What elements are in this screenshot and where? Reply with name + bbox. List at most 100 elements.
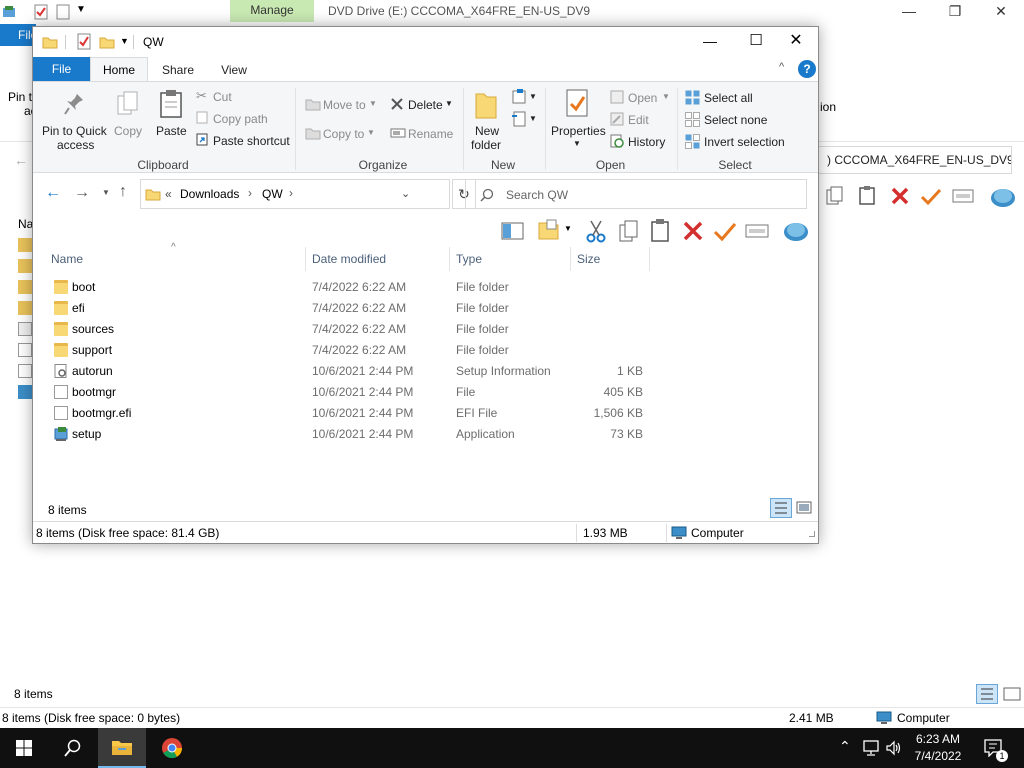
address-bar[interactable]: « Downloads › QW › ⌄	[140, 179, 450, 209]
pin-to-quick-access-button[interactable]: Pin to Quick	[42, 124, 107, 138]
manage-context-tab[interactable]: Manage	[230, 0, 314, 22]
select-all-button[interactable]: Select all	[704, 91, 753, 105]
search-input[interactable]: Search QW	[465, 179, 807, 209]
breadcrumb-chevron-icon[interactable]: ›	[248, 186, 252, 200]
preview-pane-icon[interactable]	[501, 221, 525, 241]
cut-icon[interactable]	[586, 219, 606, 243]
forward-arrow-icon[interactable]: →	[74, 184, 90, 202]
copy-to-button[interactable]: Copy to	[323, 127, 364, 141]
table-row[interactable]: sources 7/4/2022 6:22 AM File folder	[33, 319, 818, 340]
new-item-dropdown-icon[interactable]: ▼	[529, 92, 537, 101]
column-divider[interactable]	[570, 247, 571, 271]
minimize-button[interactable]: —	[687, 27, 733, 57]
shell-icon[interactable]	[990, 184, 1016, 208]
rename-icon[interactable]	[745, 223, 769, 239]
paste-icon[interactable]	[858, 185, 876, 205]
open-button[interactable]: Open	[628, 91, 657, 105]
table-row[interactable]: setup 10/6/2021 2:44 PM Application 73 K…	[33, 424, 818, 445]
copy-path-button[interactable]: Copy path	[213, 112, 268, 126]
new-folder-button[interactable]: New	[475, 124, 499, 138]
details-view-icon[interactable]	[976, 684, 998, 704]
paste-icon[interactable]	[650, 218, 670, 242]
collapse-ribbon-icon[interactable]: ^	[779, 61, 784, 73]
tab-share[interactable]: Share	[155, 59, 201, 81]
network-icon[interactable]	[862, 740, 880, 756]
taskbar-file-explorer[interactable]	[98, 728, 146, 768]
rename-button[interactable]: Rename	[408, 127, 453, 141]
maximize-button[interactable]: ❐	[932, 0, 978, 24]
windows-start-icon[interactable]	[16, 740, 32, 756]
delete-button[interactable]: Delete	[408, 98, 443, 112]
clock[interactable]: 6:23 AM 7/4/2022	[908, 731, 968, 765]
checkmark-icon[interactable]	[713, 220, 737, 242]
help-icon[interactable]: ?	[798, 60, 816, 78]
new-item-icon[interactable]	[511, 88, 529, 106]
breadcrumb-overflow[interactable]: «	[165, 187, 172, 201]
close-button[interactable]: ✕	[773, 27, 819, 57]
background-file-tab[interactable]: File	[0, 24, 37, 46]
breadcrumb-qw[interactable]: QW	[262, 187, 283, 201]
shell-icon[interactable]	[783, 218, 809, 242]
column-header-type[interactable]: Type	[456, 252, 482, 266]
column-header-date[interactable]: Date modified	[312, 252, 386, 266]
copy-to-dropdown-icon[interactable]: ▼	[367, 128, 375, 137]
column-divider[interactable]	[449, 247, 450, 271]
invert-selection-button[interactable]: Invert selection	[704, 135, 785, 149]
open-dropdown-icon[interactable]: ▼	[662, 92, 670, 101]
move-to-dropdown-icon[interactable]: ▼	[369, 99, 377, 108]
new-file-icon[interactable]	[56, 4, 70, 20]
column-divider[interactable]	[305, 247, 306, 271]
resize-grip-icon[interactable]	[809, 531, 815, 537]
table-row[interactable]: efi 7/4/2022 6:22 AM File folder	[33, 298, 818, 319]
copy-icon[interactable]	[618, 219, 640, 243]
large-icons-view-icon[interactable]	[796, 501, 812, 515]
breadcrumb-chevron-icon[interactable]: ›	[289, 186, 293, 200]
checkmark-icon[interactable]	[920, 186, 942, 206]
show-hidden-icons-icon[interactable]: ⌃	[839, 738, 851, 755]
folder-options-icon[interactable]	[538, 219, 560, 241]
column-divider[interactable]	[649, 247, 650, 271]
properties-icon[interactable]	[34, 4, 48, 20]
delete-icon[interactable]	[890, 186, 910, 206]
edit-button[interactable]: Edit	[628, 113, 649, 127]
background-address-bar[interactable]: ) CCCOMA_X64FRE_EN-US_DV9	[818, 146, 1012, 174]
table-row[interactable]: boot 7/4/2022 6:22 AM File folder	[33, 277, 818, 298]
customize-toolbar-icon[interactable]: ▼	[76, 4, 86, 15]
details-view-icon[interactable]	[770, 498, 792, 518]
back-arrow-icon[interactable]: ←	[14, 152, 28, 168]
rename-icon[interactable]	[952, 188, 974, 204]
back-arrow-icon[interactable]: ←	[45, 184, 61, 202]
delete-dropdown-icon[interactable]: ▼	[445, 99, 453, 108]
new-folder-icon[interactable]	[99, 35, 115, 49]
properties-button[interactable]: Properties	[551, 124, 606, 138]
table-row[interactable]: autorun 10/6/2021 2:44 PM Setup Informat…	[33, 361, 818, 382]
delete-icon[interactable]	[682, 220, 704, 242]
table-row[interactable]: support 7/4/2022 6:22 AM File folder	[33, 340, 818, 361]
up-arrow-icon[interactable]: ↑	[119, 183, 127, 201]
cut-button[interactable]: Cut	[213, 90, 232, 104]
minimize-button[interactable]: —	[886, 0, 932, 24]
tab-home[interactable]: Home	[90, 57, 148, 82]
close-button[interactable]: ✕	[978, 0, 1024, 24]
history-button[interactable]: History	[628, 135, 665, 149]
tab-view[interactable]: View	[211, 59, 257, 81]
easy-access-dropdown-icon[interactable]: ▼	[529, 114, 537, 123]
folder-options-dropdown-icon[interactable]: ▼	[564, 224, 572, 233]
volume-icon[interactable]	[885, 740, 903, 756]
properties-icon[interactable]	[77, 33, 91, 50]
copy-button[interactable]: Copy	[114, 124, 142, 138]
table-row[interactable]: bootmgr.efi 10/6/2021 2:44 PM EFI File 1…	[33, 403, 818, 424]
table-row[interactable]: bootmgr 10/6/2021 2:44 PM File 405 KB	[33, 382, 818, 403]
paste-shortcut-button[interactable]: Paste shortcut	[213, 134, 290, 148]
customize-toolbar-icon[interactable]: ▼	[120, 36, 129, 46]
chrome-icon[interactable]	[161, 737, 183, 759]
properties-dropdown-icon[interactable]: ▼	[573, 139, 581, 148]
paste-button[interactable]: Paste	[156, 124, 187, 138]
tab-file[interactable]: File	[33, 57, 90, 81]
recent-locations-icon[interactable]: ▼	[102, 188, 110, 197]
easy-access-icon[interactable]	[511, 110, 529, 128]
column-header-size[interactable]: Size	[577, 252, 600, 266]
address-dropdown-icon[interactable]: ⌄	[401, 187, 410, 200]
select-none-button[interactable]: Select none	[704, 113, 767, 127]
move-to-button[interactable]: Move to	[323, 98, 366, 112]
